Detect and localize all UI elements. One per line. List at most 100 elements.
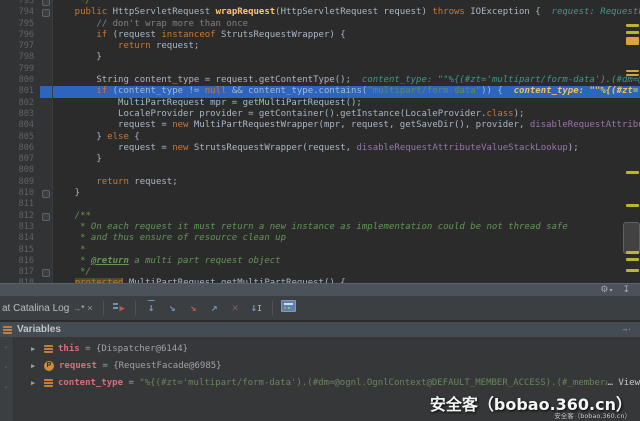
modified-star: * bbox=[81, 304, 84, 313]
stripe-mark[interactable] bbox=[626, 70, 639, 72]
code-line-802[interactable]: 802 MultiPartRequest mpr = getMultiPartR… bbox=[0, 98, 640, 109]
code-line-799[interactable]: 799 bbox=[0, 64, 640, 75]
close-icon[interactable]: × bbox=[87, 303, 92, 313]
line-number[interactable]: 800 bbox=[0, 75, 40, 86]
code-line-811[interactable]: 811 bbox=[0, 199, 640, 210]
line-number[interactable]: 811 bbox=[0, 199, 40, 210]
variable-row-this[interactable]: ▶this = {Dispatcher@6144} bbox=[13, 340, 640, 357]
code-line-797[interactable]: 797 return request; bbox=[0, 41, 640, 52]
stripe-mark[interactable] bbox=[626, 171, 639, 174]
stripe-mark[interactable] bbox=[626, 269, 639, 272]
step-into-icon[interactable]: ↘ bbox=[162, 297, 183, 319]
code-text: if (content_type != null && content_type… bbox=[53, 86, 640, 97]
equals-sign: = bbox=[123, 378, 139, 388]
code-line-804[interactable]: 804 request = new MultiPartRequestWrappe… bbox=[0, 120, 640, 131]
dock-icon[interactable]: ↧ bbox=[622, 284, 630, 296]
gear-icon[interactable]: ⚙▾ bbox=[600, 284, 612, 297]
expand-arrow-icon[interactable]: ▶ bbox=[31, 379, 44, 387]
drop-frame-icon[interactable]: ✕ bbox=[225, 297, 246, 319]
line-number[interactable]: 817 bbox=[0, 267, 40, 278]
line-number[interactable]: 808 bbox=[0, 165, 40, 176]
fold-marker-icon[interactable] bbox=[40, 7, 53, 18]
code-text: * and thus ensure of resource clean up bbox=[53, 233, 640, 244]
line-number[interactable]: 802 bbox=[0, 98, 40, 109]
code-lines: 793 */794 public HttpServletRequest wrap… bbox=[0, 0, 640, 283]
fold-marker-icon[interactable] bbox=[40, 188, 53, 199]
variable-row-request[interactable]: ▶Prequest = {RequestFacade@6985} bbox=[13, 357, 640, 374]
expand-arrow-icon[interactable]: ▶ bbox=[31, 345, 44, 353]
code-line-796[interactable]: 796 if (request instanceof StrutsRequest… bbox=[0, 30, 640, 41]
expand-arrow-icon[interactable]: ▶ bbox=[31, 362, 44, 370]
line-number[interactable]: 815 bbox=[0, 245, 40, 256]
stripe-mark[interactable] bbox=[626, 24, 639, 27]
line-number[interactable]: 813 bbox=[0, 222, 40, 233]
line-number[interactable]: 806 bbox=[0, 143, 40, 154]
line-number[interactable]: 794 bbox=[0, 7, 40, 18]
stripe-mark[interactable] bbox=[626, 258, 639, 261]
line-number[interactable]: 793 bbox=[0, 0, 40, 7]
code-line-795[interactable]: 795 // don't wrap more than once bbox=[0, 19, 640, 30]
line-number[interactable]: 795 bbox=[0, 19, 40, 30]
line-number[interactable]: 814 bbox=[0, 233, 40, 244]
code-line-805[interactable]: 805 } else { bbox=[0, 132, 640, 143]
fold-marker-icon[interactable] bbox=[40, 211, 53, 222]
variables-header[interactable]: Variables →· bbox=[0, 321, 640, 337]
code-line-807[interactable]: 807 } bbox=[0, 154, 640, 165]
force-step-into-icon[interactable]: ↘ bbox=[183, 297, 204, 319]
code-line-816[interactable]: 816 * @return a multi part request objec… bbox=[0, 256, 640, 267]
line-number[interactable]: 803 bbox=[0, 109, 40, 120]
code-text: // don't wrap more than once bbox=[53, 19, 640, 30]
line-number[interactable]: 805 bbox=[0, 132, 40, 143]
code-line-812[interactable]: 812 /** bbox=[0, 211, 640, 222]
variable-row-content_type[interactable]: ▶content_type = "%{(#zt='multipart/form-… bbox=[13, 374, 640, 391]
stripe-mark[interactable] bbox=[626, 31, 639, 34]
code-line-800[interactable]: 800 String content_type = request.getCon… bbox=[0, 75, 640, 86]
code-text: public HttpServletRequest wrapRequest(Ht… bbox=[53, 7, 640, 18]
code-line-814[interactable]: 814 * and thus ensure of resource clean … bbox=[0, 233, 640, 244]
tab-catalina-log[interactable]: at Catalina Log → * × bbox=[0, 296, 98, 320]
stripe-mark[interactable] bbox=[626, 74, 639, 76]
code-line-803[interactable]: 803 LocaleProvider provider = getContain… bbox=[0, 109, 640, 120]
step-over-icon[interactable]: ↓ bbox=[141, 297, 162, 319]
code-line-798[interactable]: 798 } bbox=[0, 52, 640, 63]
code-line-809[interactable]: 809 return request; bbox=[0, 177, 640, 188]
scrollbar-thumb[interactable] bbox=[623, 222, 640, 254]
scroll-to-selection-icon[interactable]: →· bbox=[622, 325, 632, 334]
code-line-794[interactable]: 794 public HttpServletRequest wrapReques… bbox=[0, 7, 640, 18]
line-number[interactable]: 810 bbox=[0, 188, 40, 199]
code-line-808[interactable]: 808 bbox=[0, 165, 640, 176]
fold-marker-icon[interactable] bbox=[40, 0, 53, 7]
code-line-817[interactable]: 817 */ bbox=[0, 267, 640, 278]
line-number[interactable]: 797 bbox=[0, 41, 40, 52]
line-number[interactable]: 812 bbox=[0, 211, 40, 222]
code-line-813[interactable]: 813 * On each request it must return a n… bbox=[0, 222, 640, 233]
line-number[interactable]: 804 bbox=[0, 120, 40, 131]
fold-gutter bbox=[40, 177, 53, 188]
line-number[interactable]: 799 bbox=[0, 64, 40, 75]
ide-window: 793 */794 public HttpServletRequest wrap… bbox=[0, 0, 640, 421]
line-number[interactable]: 816 bbox=[0, 256, 40, 267]
show-execution-point-icon[interactable]: ▶ bbox=[109, 297, 130, 320]
fold-marker-icon[interactable] bbox=[40, 267, 53, 278]
line-number[interactable]: 809 bbox=[0, 177, 40, 188]
fold-gutter bbox=[40, 41, 53, 52]
code-line-815[interactable]: 815 * bbox=[0, 245, 640, 256]
stripe-mark[interactable] bbox=[626, 204, 639, 207]
line-number[interactable]: 796 bbox=[0, 30, 40, 41]
code-line-806[interactable]: 806 request = new StrutsRequestWrapper(r… bbox=[0, 143, 640, 154]
stripe-mark[interactable] bbox=[626, 37, 639, 45]
code-text: return request; bbox=[53, 41, 640, 52]
evaluate-expression-icon[interactable] bbox=[278, 297, 299, 319]
line-number[interactable]: 801 bbox=[0, 86, 40, 97]
line-number[interactable]: 807 bbox=[0, 154, 40, 165]
code-line-810[interactable]: 810 } bbox=[0, 188, 640, 199]
line-number[interactable]: 798 bbox=[0, 52, 40, 63]
code-line-801[interactable]: 801 if (content_type != null && content_… bbox=[0, 86, 640, 97]
view-link[interactable]: … View bbox=[607, 378, 640, 388]
step-out-icon[interactable]: ↗ bbox=[204, 297, 225, 319]
code-editor[interactable]: 793 */794 public HttpServletRequest wrap… bbox=[0, 0, 640, 283]
variable-name: content_type bbox=[58, 378, 123, 388]
code-line-793[interactable]: 793 */ bbox=[0, 0, 640, 7]
fold-gutter bbox=[40, 256, 53, 267]
run-to-cursor-icon[interactable]: ↓I bbox=[246, 297, 267, 320]
